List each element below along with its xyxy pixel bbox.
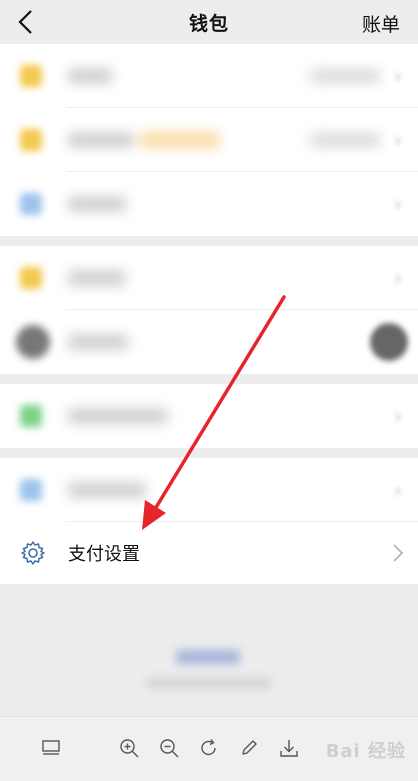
- wallet-group-2: ›: [0, 246, 418, 374]
- chevron-right-icon: ›: [394, 64, 402, 88]
- list-item[interactable]: ›: [0, 172, 418, 236]
- chevron-right-icon: ›: [394, 478, 402, 502]
- chevron-right-icon: ›: [394, 192, 402, 216]
- chevron-right-icon: ›: [394, 404, 402, 428]
- pay-settings-label: 支付设置: [68, 544, 140, 565]
- blurred-text: [68, 334, 128, 350]
- nav-bar: 钱包 账单: [0, 0, 418, 44]
- back-arrow-icon[interactable]: [14, 8, 38, 36]
- blurred-text: [68, 408, 168, 424]
- blurred-value: [310, 133, 380, 147]
- blurred-text: [146, 678, 272, 688]
- blurred-icon: [20, 405, 42, 427]
- list-item[interactable]: ›: [0, 384, 418, 448]
- blurred-text: [68, 482, 146, 498]
- zoom-in-icon[interactable]: [118, 737, 140, 759]
- wallet-group-4: › 支付设置: [0, 458, 418, 584]
- list-item[interactable]: ›: [0, 44, 418, 108]
- rotate-icon[interactable]: [198, 737, 220, 759]
- blurred-icon: [20, 479, 42, 501]
- wallet-group-1: › › ›: [0, 44, 418, 236]
- list-item[interactable]: ›: [0, 458, 418, 522]
- zoom-out-icon[interactable]: [158, 737, 180, 759]
- chevron-right-icon: ›: [394, 266, 402, 290]
- blurred-icon: [20, 267, 42, 289]
- blurred-link: [176, 650, 240, 664]
- blurred-avatar-right: [370, 323, 408, 361]
- list-item[interactable]: [0, 310, 418, 374]
- wallet-list: › › › › › › 支付设置: [0, 44, 418, 584]
- gear-icon: [21, 541, 45, 565]
- wallet-group-3: ›: [0, 384, 418, 448]
- blurred-icon: [20, 129, 42, 151]
- blurred-icon: [20, 65, 42, 87]
- blurred-icon: [20, 193, 42, 215]
- bill-button[interactable]: 账单: [362, 10, 400, 37]
- blurred-promo: [140, 132, 220, 148]
- blurred-avatar: [16, 325, 50, 359]
- image-viewer-toolbar: Bai 经验: [0, 716, 418, 781]
- blurred-footer: [0, 574, 418, 716]
- blurred-text: [68, 270, 126, 286]
- chevron-right-icon: ›: [394, 128, 402, 152]
- page-title: 钱包: [188, 12, 229, 35]
- edit-icon[interactable]: [238, 737, 260, 759]
- blurred-text: [68, 68, 112, 84]
- list-item[interactable]: ›: [0, 246, 418, 310]
- thumbnail-icon[interactable]: [40, 737, 62, 759]
- chevron-right-icon: [393, 544, 404, 562]
- watermark: Bai 经验: [325, 741, 406, 762]
- download-icon[interactable]: [278, 737, 300, 759]
- blurred-text: [68, 196, 126, 212]
- list-item[interactable]: ›: [0, 108, 418, 172]
- blurred-text: [68, 132, 134, 148]
- blurred-value: [310, 69, 380, 83]
